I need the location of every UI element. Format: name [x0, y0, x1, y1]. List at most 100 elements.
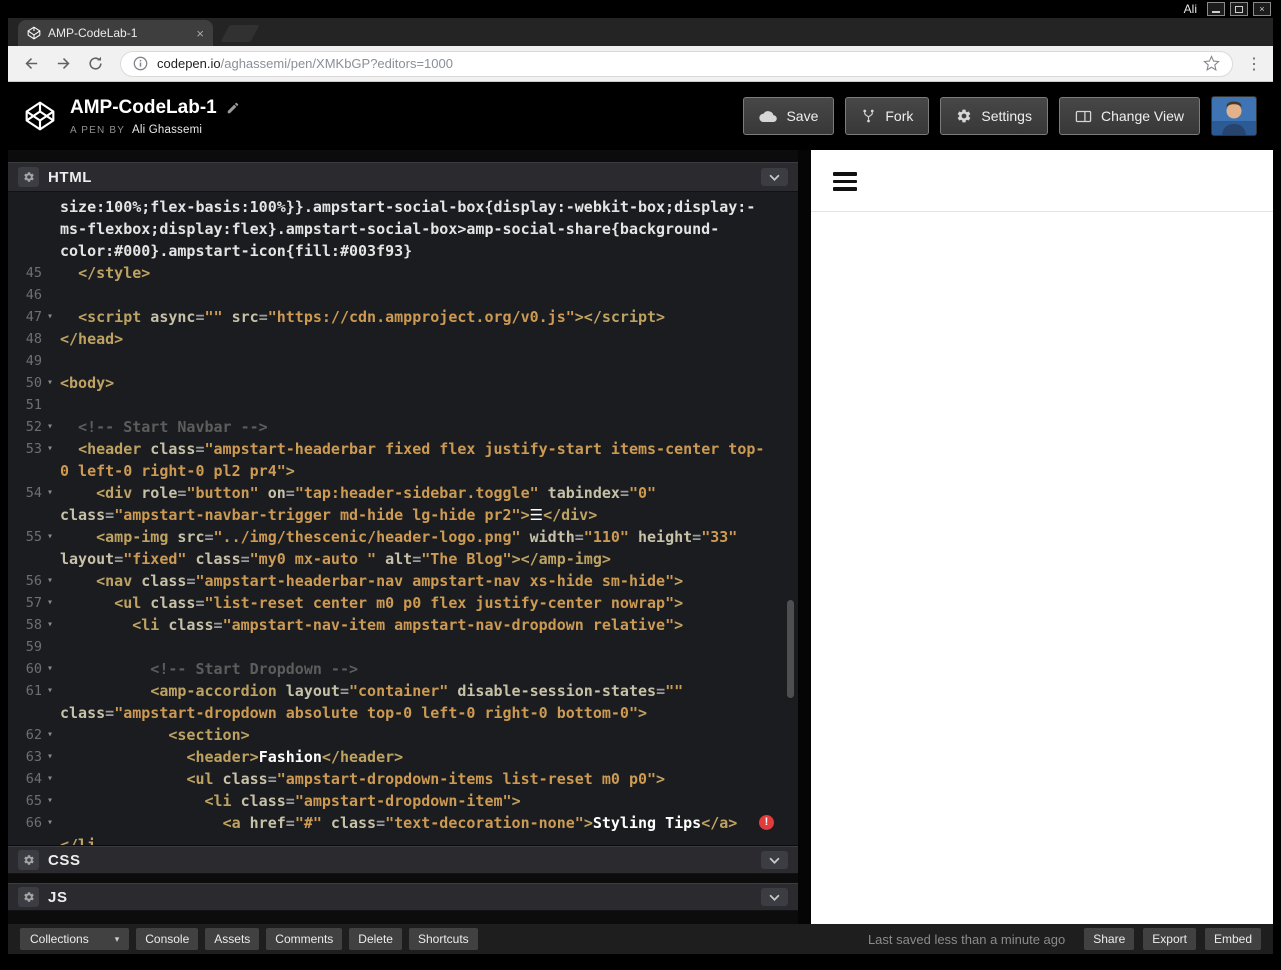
- editor-scrollbar[interactable]: [787, 600, 794, 698]
- info-icon[interactable]: [133, 56, 148, 71]
- fold-arrow-icon[interactable]: ▾: [42, 812, 58, 834]
- code-line[interactable]: 61 ▾ <amp-accordion layout="container" di…: [8, 680, 798, 702]
- hamburger-icon[interactable]: [833, 172, 857, 191]
- fold-arrow-icon[interactable]: ▾: [42, 482, 58, 504]
- code-line[interactable]: </li: [8, 834, 798, 845]
- panel-resize-gutter[interactable]: [798, 150, 811, 924]
- avatar[interactable]: [1211, 96, 1257, 136]
- collections-dropdown[interactable]: Collections ▾: [20, 928, 130, 950]
- code-line[interactable]: 64 ▾ <ul class="ampstart-dropdown-items l…: [8, 768, 798, 790]
- chevron-down-icon[interactable]: [761, 888, 788, 906]
- panel-settings-icon[interactable]: [18, 850, 39, 870]
- fold-arrow-icon[interactable]: ▾: [42, 570, 58, 592]
- fold-arrow-icon[interactable]: ▾: [42, 592, 58, 614]
- line-number: [8, 548, 42, 570]
- line-gutter: [8, 240, 60, 262]
- fold-arrow-icon[interactable]: ▾: [42, 680, 58, 702]
- star-icon[interactable]: [1203, 55, 1220, 72]
- footer-button-delete[interactable]: Delete: [349, 928, 402, 950]
- line-gutter: 54 ▾: [8, 482, 60, 504]
- footer-button-shortcuts[interactable]: Shortcuts: [408, 928, 478, 950]
- fold-arrow-icon[interactable]: ▾: [42, 768, 58, 790]
- code-line[interactable]: 66 ▾ <a href="#" class="text-decoration-n…: [8, 812, 798, 834]
- code-line[interactable]: 54 ▾ <div role="button" on="tap:header-si…: [8, 482, 798, 504]
- code-line[interactable]: 48 </head>: [8, 328, 798, 350]
- settings-button[interactable]: Settings: [940, 97, 1048, 135]
- footer-button-share[interactable]: Share: [1084, 928, 1135, 950]
- panel-header-html[interactable]: HTML: [8, 162, 798, 192]
- minimize-icon[interactable]: [1207, 2, 1225, 16]
- footer-button-console[interactable]: Console: [136, 928, 199, 950]
- code-line[interactable]: 56 ▾ <nav class="ampstart-headerbar-nav a…: [8, 570, 798, 592]
- chevron-down-icon[interactable]: [761, 851, 788, 869]
- code-line[interactable]: 60 ▾ <!-- Start Dropdown -->: [8, 658, 798, 680]
- code-line[interactable]: 62 ▾ <section>: [8, 724, 798, 746]
- code-line[interactable]: 50 ▾ <body>: [8, 372, 798, 394]
- overflow-menu-icon[interactable]: ⋮: [1245, 54, 1263, 74]
- line-gutter: 50 ▾: [8, 372, 60, 394]
- chevron-down-icon[interactable]: [761, 168, 788, 186]
- code-line[interactable]: class="ampstart-navbar-trigger md-hide l…: [8, 504, 798, 526]
- panel-settings-icon[interactable]: [18, 167, 39, 187]
- panel-header-css[interactable]: CSS: [8, 846, 798, 874]
- back-icon[interactable]: [18, 51, 44, 77]
- panel-header-js[interactable]: JS: [8, 883, 798, 911]
- code-line[interactable]: 59: [8, 636, 798, 658]
- fold-arrow-icon[interactable]: ▾: [42, 306, 58, 328]
- code-line[interactable]: 63 ▾ <header>Fashion</header>: [8, 746, 798, 768]
- code-line[interactable]: 45 </style>: [8, 262, 798, 284]
- fold-arrow-icon[interactable]: ▾: [42, 746, 58, 768]
- code-line[interactable]: 53 ▾ <header class="ampstart-headerbar fi…: [8, 438, 798, 460]
- fold-arrow-icon[interactable]: ▾: [42, 526, 58, 548]
- footer-button-assets[interactable]: Assets: [205, 928, 260, 950]
- code-line[interactable]: 0 left-0 right-0 pl2 pr4">: [8, 460, 798, 482]
- code-line[interactable]: layout="fixed" class="my0 mx-auto " alt=…: [8, 548, 798, 570]
- code-line[interactable]: 46: [8, 284, 798, 306]
- line-gutter: 61 ▾: [8, 680, 60, 702]
- fold-arrow-icon[interactable]: ▾: [42, 438, 58, 460]
- forward-icon[interactable]: [50, 51, 76, 77]
- url-bar[interactable]: codepen.io/aghassemi/pen/XMKbGP?editors=…: [120, 50, 1233, 77]
- window-controls: ×: [1207, 2, 1271, 16]
- fold-arrow-icon[interactable]: ▾: [42, 614, 58, 636]
- fold-arrow-icon[interactable]: ▾: [42, 724, 58, 746]
- panel-settings-icon[interactable]: [18, 887, 39, 907]
- maximize-icon[interactable]: [1230, 2, 1248, 16]
- save-button[interactable]: Save: [743, 97, 835, 135]
- code-line[interactable]: 52 ▾ <!-- Start Navbar -->: [8, 416, 798, 438]
- change-view-button[interactable]: Change View: [1058, 97, 1200, 135]
- fold-arrow-icon[interactable]: ▾: [42, 416, 58, 438]
- html-code-editor[interactable]: size:100%;flex-basis:100%}}.ampstart-soc…: [8, 192, 798, 845]
- fold-arrow-icon[interactable]: ▾: [42, 790, 58, 812]
- line-number: 62: [25, 727, 42, 743]
- fold-arrow-icon[interactable]: ▾: [42, 372, 58, 394]
- codepen-logo-icon[interactable]: [24, 100, 56, 132]
- close-icon[interactable]: ×: [1253, 2, 1271, 16]
- code-line[interactable]: ms-flexbox;display:flex}.ampstart-social…: [8, 218, 798, 240]
- lint-error-icon[interactable]: !: [759, 815, 774, 830]
- fold-arrow-icon[interactable]: ▾: [42, 658, 58, 680]
- fork-button[interactable]: Fork: [845, 97, 930, 135]
- code-line[interactable]: color:#000}.ampstart-icon{fill:#003f93}: [8, 240, 798, 262]
- line-number: 61: [25, 683, 42, 699]
- new-tab-button[interactable]: [220, 25, 260, 42]
- reload-icon[interactable]: [82, 51, 108, 77]
- tab-close-icon[interactable]: ×: [196, 26, 204, 41]
- footer-button-export[interactable]: Export: [1143, 928, 1196, 950]
- code-line[interactable]: size:100%;flex-basis:100%}}.ampstart-soc…: [8, 196, 798, 218]
- line-gutter: 66 ▾: [8, 812, 60, 834]
- browser-tab[interactable]: AMP-CodeLab-1 ×: [18, 20, 213, 46]
- code-line[interactable]: class="ampstart-dropdown absolute top-0 …: [8, 702, 798, 724]
- code-line[interactable]: 47 ▾ <script async="" src="https://cdn.am…: [8, 306, 798, 328]
- code-line[interactable]: 51: [8, 394, 798, 416]
- author-link[interactable]: Ali Ghassemi: [132, 124, 202, 136]
- code-line[interactable]: 65 ▾ <li class="ampstart-dropdown-item">: [8, 790, 798, 812]
- code-line[interactable]: 58 ▾ <li class="ampstart-nav-item ampstar…: [8, 614, 798, 636]
- footer-button-embed[interactable]: Embed: [1204, 928, 1261, 950]
- footer-button-comments[interactable]: Comments: [266, 928, 343, 950]
- code-line[interactable]: 49: [8, 350, 798, 372]
- pencil-icon[interactable]: [226, 101, 240, 115]
- code-text: class="ampstart-dropdown absolute top-0 …: [60, 704, 648, 722]
- code-line[interactable]: 55 ▾ <amp-img src="../img/thescenic/heade…: [8, 526, 798, 548]
- code-line[interactable]: 57 ▾ <ul class="list-reset center m0 p0 f…: [8, 592, 798, 614]
